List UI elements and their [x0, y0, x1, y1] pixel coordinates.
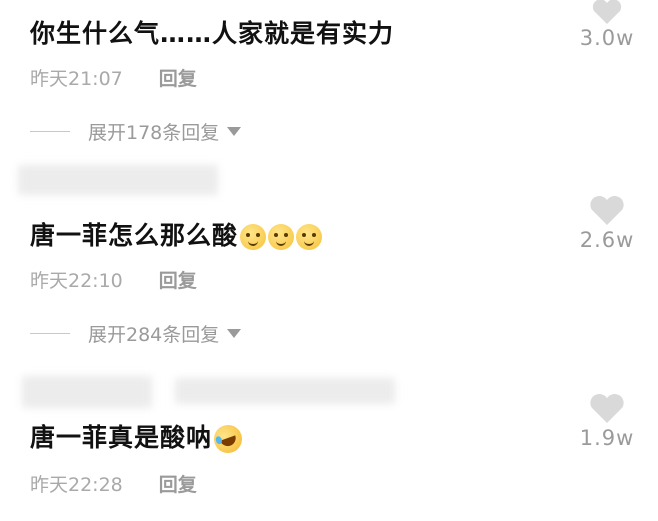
comment-time: 昨天22:28	[30, 474, 123, 496]
reply-button[interactable]: 回复	[159, 474, 197, 496]
divider-line	[30, 131, 70, 132]
like-count: 2.6w	[579, 228, 635, 252]
expand-replies-button[interactable]: 展开178条回复	[30, 118, 242, 145]
chevron-down-icon	[227, 329, 242, 338]
like-count: 1.9w	[579, 426, 635, 450]
comment-text-content: 唐一菲真是酸呐	[30, 423, 213, 452]
laughing-tears-emoji	[210, 421, 246, 457]
blurred-username	[175, 378, 395, 404]
blurred-username	[22, 376, 152, 408]
comment-text: 唐一菲怎么那么酸	[30, 216, 323, 252]
blurred-username	[18, 165, 218, 195]
expand-replies-button[interactable]: 展开284条回复	[30, 320, 242, 347]
smile-emoji	[240, 224, 267, 250]
like-button[interactable]: 1.9w	[572, 394, 642, 450]
like-button[interactable]: 3.0w	[572, 0, 642, 50]
divider-line	[30, 333, 70, 334]
heart-icon	[592, 0, 622, 24]
like-count: 3.0w	[579, 26, 635, 50]
smile-emoji	[268, 224, 295, 250]
heart-icon	[590, 196, 624, 225]
expand-replies-label: 展开284条回复	[88, 324, 220, 346]
comment-text-content: 唐一菲怎么那么酸	[30, 221, 239, 250]
comment-meta: 昨天21:07 回复	[30, 64, 197, 91]
like-button[interactable]: 2.6w	[572, 196, 642, 252]
comment-time: 昨天21:07	[30, 68, 123, 90]
reply-button[interactable]: 回复	[159, 68, 197, 90]
comment-text: 你生什么气……人家就是有实力	[30, 19, 395, 48]
comment-meta: 昨天22:28 回复	[30, 470, 197, 497]
smile-emoji	[296, 224, 323, 250]
comment-text: 唐一菲真是酸呐	[30, 418, 246, 457]
reply-button[interactable]: 回复	[159, 270, 197, 292]
expand-replies-label: 展开178条回复	[88, 122, 220, 144]
comment-meta: 昨天22:10 回复	[30, 266, 197, 293]
heart-icon	[590, 394, 624, 423]
chevron-down-icon	[227, 127, 242, 136]
comment-time: 昨天22:10	[30, 270, 123, 292]
